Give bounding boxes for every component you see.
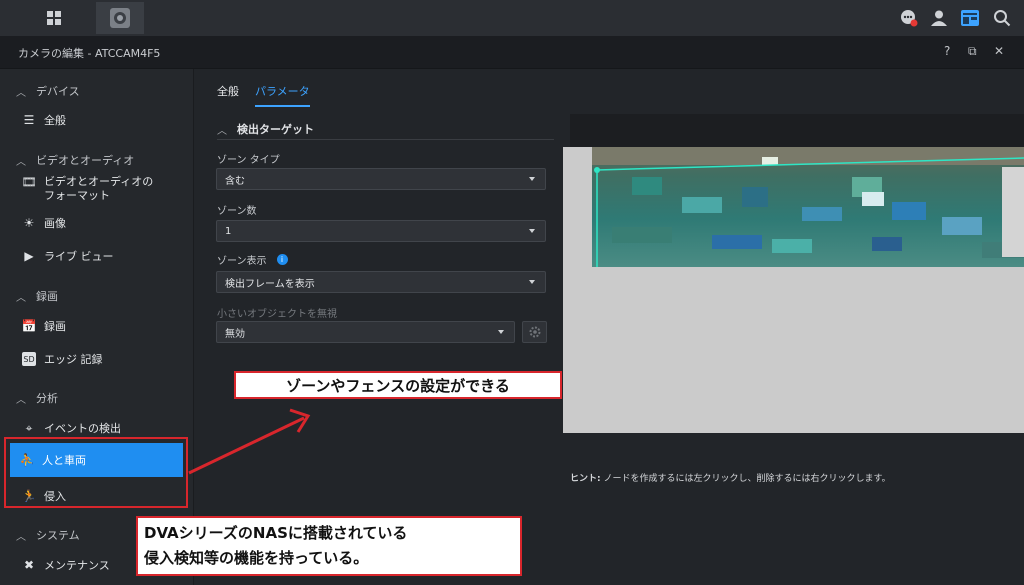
section-label: システム [36, 529, 80, 542]
caret-down-icon [529, 229, 535, 233]
chat-icon [901, 10, 918, 27]
sidebar-section-device[interactable]: ︿ デバイス [16, 83, 80, 99]
sidebar-item-label: イベントの検出 [44, 422, 121, 435]
info-icon[interactable]: i [276, 254, 288, 265]
section-label: デバイス [36, 85, 80, 98]
list-icon: ☰ [23, 113, 35, 127]
sidebar-item-event-detection[interactable]: ⌖ イベントの検出 [22, 420, 187, 436]
grid-icon [47, 11, 61, 25]
chevron-up-icon: ︿ [16, 531, 26, 543]
tab-parameters[interactable]: パラメータ [255, 83, 310, 107]
small-object-label: 小さいオブジェクトを無視 [217, 309, 337, 320]
zone-type-select[interactable]: 含む [216, 168, 546, 190]
user-icon [931, 10, 947, 26]
sd-card-icon: SD [22, 352, 36, 366]
window-title-bar: カメラの編集 - ATCCAM4F5 ? ⧉ ✕ [0, 36, 1024, 69]
hint-text: ヒント: ノードを作成するには左クリックし、削除するには右クリックします。 [570, 471, 891, 484]
film-icon: 🎞 [21, 175, 37, 189]
chat-button[interactable] [896, 6, 920, 30]
top-bar [0, 0, 1024, 36]
zone-type-label: ゾーン タイプ [217, 155, 280, 166]
caret-down-icon [529, 280, 535, 284]
small-object-value: 無効 [225, 328, 245, 340]
search-button[interactable] [990, 6, 1014, 30]
sidebar-item-label: 録画 [44, 320, 66, 333]
sidebar-section-analysis[interactable]: ︿ 分析 [16, 390, 58, 406]
panel-button[interactable] [958, 6, 982, 30]
sidebar-section-system[interactable]: ︿ システム [16, 527, 80, 543]
zone-count-label: ゾーン数 [217, 206, 257, 217]
sidebar-item-general[interactable]: ☰ 全般 [22, 112, 187, 128]
sidebar-item-label: 全般 [44, 114, 66, 127]
sidebar-item-video-format[interactable]: 🎞 ビデオとオーディオのフォーマット [21, 175, 187, 203]
zone-type-value: 含む [225, 175, 245, 187]
tools-icon: ✖ [23, 558, 35, 572]
caret-down-icon [498, 330, 504, 334]
zone-display-value: 検出フレームを表示 [225, 278, 315, 290]
play-icon: ▶ [24, 249, 34, 263]
sidebar-item-image[interactable]: ☀ 画像 [22, 215, 187, 231]
brightness-icon: ☀ [23, 216, 35, 230]
callout-zone-settings: ゾーンやフェンスの設定ができる [234, 371, 562, 399]
sidebar-item-label: 画像 [44, 217, 66, 230]
hint-body: ノードを作成するには左クリックし、削除するには右クリックします。 [603, 474, 891, 484]
settings-button[interactable] [522, 321, 547, 343]
zone-node[interactable] [594, 167, 600, 173]
zone-count-value: 1 [225, 225, 232, 237]
annotation-highlight-box [4, 437, 188, 508]
apps-button[interactable] [30, 2, 78, 34]
chevron-up-icon: ︿ [16, 292, 26, 304]
section-label: 録画 [36, 290, 58, 303]
close-button[interactable]: ✕ [994, 44, 1004, 58]
camera-app-tab[interactable] [96, 2, 144, 34]
panel-icon [961, 10, 979, 26]
zone-display-label-row: ゾーン表示 i [217, 252, 288, 267]
callout-line: DVAシリーズのNASに搭載されている [144, 524, 408, 542]
small-object-select[interactable]: 無効 [216, 321, 515, 343]
search-icon [994, 10, 1011, 27]
sidebar-section-recording[interactable]: ︿ 録画 [16, 288, 58, 304]
chevron-up-icon: ︿ [16, 156, 26, 168]
section-label: 分析 [36, 392, 58, 405]
zone-display-select[interactable]: 検出フレームを表示 [216, 271, 546, 293]
chevron-up-icon: ︿ [16, 87, 26, 99]
gear-icon [529, 326, 540, 338]
tab-general[interactable]: 全般 [217, 83, 239, 99]
sidebar-item-label: ライブ ビュー [44, 250, 114, 263]
hint-prefix: ヒント: [570, 474, 601, 484]
zone-display-label: ゾーン表示 [217, 256, 267, 267]
sidebar-section-video-audio[interactable]: ︿ ビデオとオーディオ [16, 152, 134, 168]
section-label: ビデオとオーディオ [36, 154, 135, 167]
sidebar-item-edge-recording[interactable]: SD エッジ 記録 [22, 351, 187, 367]
preview-header-strip [570, 114, 1024, 148]
callout-nas-feature: DVAシリーズのNASに搭載されている 侵入検知等の機能を持っている。 [136, 516, 522, 576]
caret-down-icon [529, 177, 535, 181]
window-title: カメラの編集 - ATCCAM4F5 [18, 47, 161, 60]
crosshair-icon: ⌖ [25, 420, 33, 435]
sidebar-item-label: メンテナンス [44, 559, 110, 572]
callout-line: 侵入検知等の機能を持っている。 [144, 549, 369, 567]
zone-count-select[interactable]: 1 [216, 220, 546, 242]
sidebar-item-recording[interactable]: 📅 録画 [22, 318, 187, 334]
chevron-up-icon: ︿ [217, 125, 227, 137]
sidebar-item-live-view[interactable]: ▶ ライブ ビュー [22, 248, 187, 264]
sidebar-item-label: ビデオとオーディオのフォーマット [44, 175, 154, 202]
sidebar-item-label: エッジ 記録 [44, 353, 103, 366]
chevron-up-icon: ︿ [16, 394, 26, 406]
group-title: 検出ターゲット [237, 123, 314, 136]
calendar-icon: 📅 [21, 319, 37, 333]
zone-polygon[interactable] [592, 147, 1024, 269]
camera-icon [110, 8, 130, 28]
restore-button[interactable]: ⧉ [968, 44, 977, 59]
help-button[interactable]: ? [944, 44, 950, 58]
detection-target-header[interactable]: ︿ 検出ターゲット [217, 121, 314, 137]
divider [217, 139, 554, 140]
user-button[interactable] [927, 6, 951, 30]
